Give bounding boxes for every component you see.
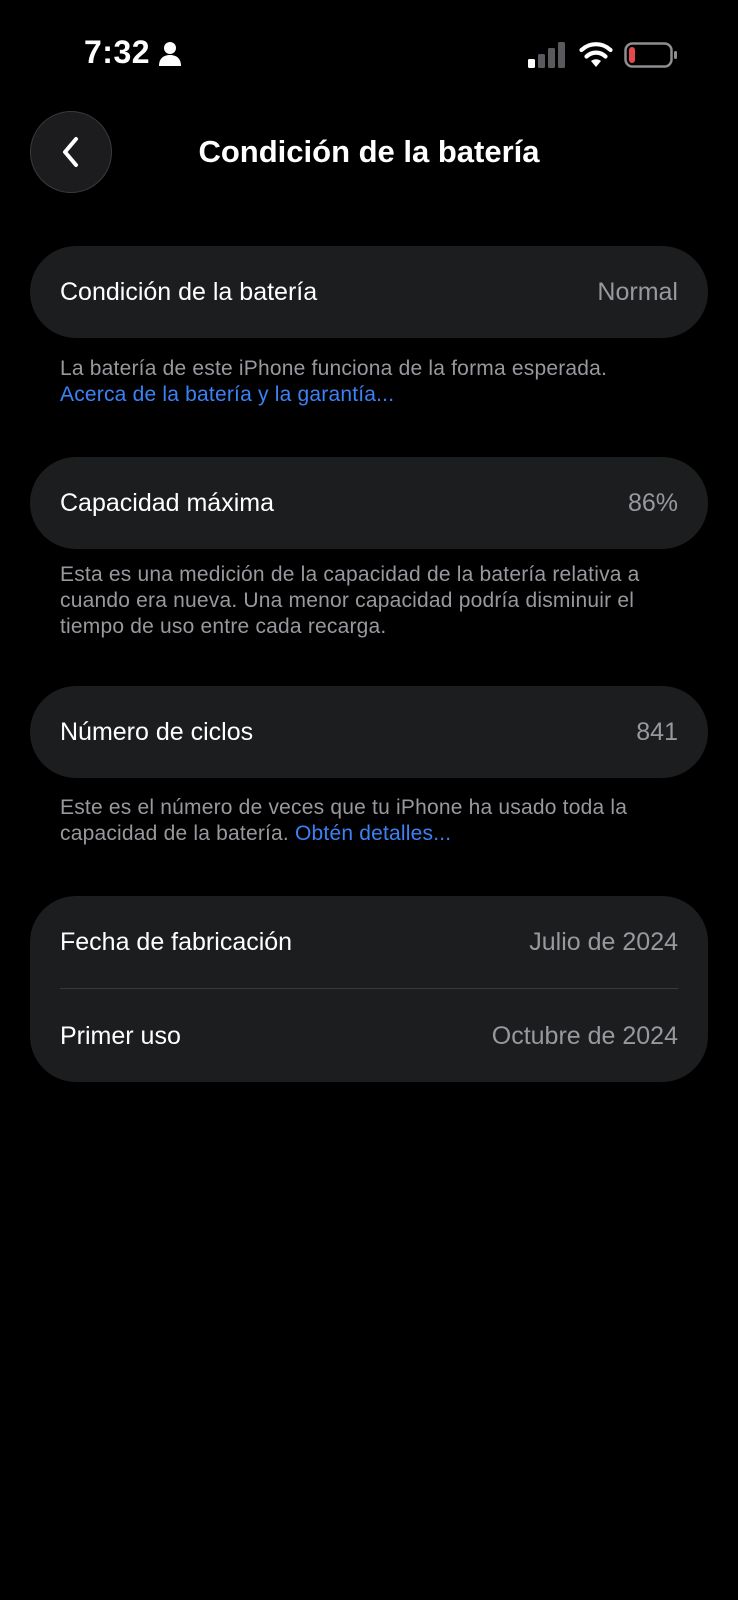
- battery-low-icon: [624, 42, 678, 68]
- max-capacity-value: 86%: [627, 488, 678, 517]
- cellular-signal-icon: [528, 42, 566, 68]
- battery-health-label: Condición de la batería: [60, 277, 318, 306]
- max-capacity-footnote: Esta es una medición de la capacidad de …: [60, 563, 640, 638]
- manufacture-date-label: Fecha de fabricación: [60, 927, 293, 956]
- battery-health-footnote-text: La batería de este iPhone funciona de la…: [60, 357, 608, 380]
- back-button[interactable]: [30, 111, 112, 193]
- max-capacity-label: Capacidad máxima: [60, 488, 274, 517]
- cycle-details-link[interactable]: Obtén detalles...: [295, 822, 451, 845]
- divider: [60, 988, 678, 989]
- first-use-label: Primer uso: [60, 1021, 181, 1050]
- cycle-count-value: 841: [636, 717, 678, 746]
- cycle-count-label: Número de ciclos: [60, 717, 254, 746]
- wifi-icon: [579, 40, 613, 68]
- cycle-count-footnote: Este es el número de veces que tu iPhone…: [60, 795, 680, 847]
- dates-card: Fecha de fabricación Julio de 2024 Prime…: [30, 896, 708, 1082]
- battery-health-value: Normal: [597, 277, 678, 306]
- status-time: 7:32: [84, 34, 151, 70]
- battery-health-card: Condición de la batería Normal: [30, 246, 708, 338]
- max-capacity-row: Capacidad máxima 86%: [60, 457, 678, 549]
- status-bar: 7:32: [0, 0, 738, 100]
- battery-warranty-link[interactable]: Acerca de la batería y la garantía...: [60, 383, 394, 406]
- person-icon: [158, 41, 182, 67]
- battery-health-row: Condición de la batería Normal: [60, 246, 678, 338]
- first-use-row: Primer uso Octubre de 2024: [60, 990, 678, 1082]
- cycle-count-row: Número de ciclos 841: [60, 686, 678, 778]
- max-capacity-card: Capacidad máxima 86%: [30, 457, 708, 549]
- page-title: Condición de la batería: [198, 134, 540, 169]
- manufacture-date-row: Fecha de fabricación Julio de 2024: [60, 896, 678, 988]
- battery-health-footnote: La batería de este iPhone funciona de la…: [60, 356, 680, 408]
- chevron-left-icon: [63, 137, 78, 167]
- first-use-value: Octubre de 2024: [491, 1021, 678, 1050]
- cycle-count-card: Número de ciclos 841: [30, 686, 708, 778]
- manufacture-date-value: Julio de 2024: [529, 927, 678, 956]
